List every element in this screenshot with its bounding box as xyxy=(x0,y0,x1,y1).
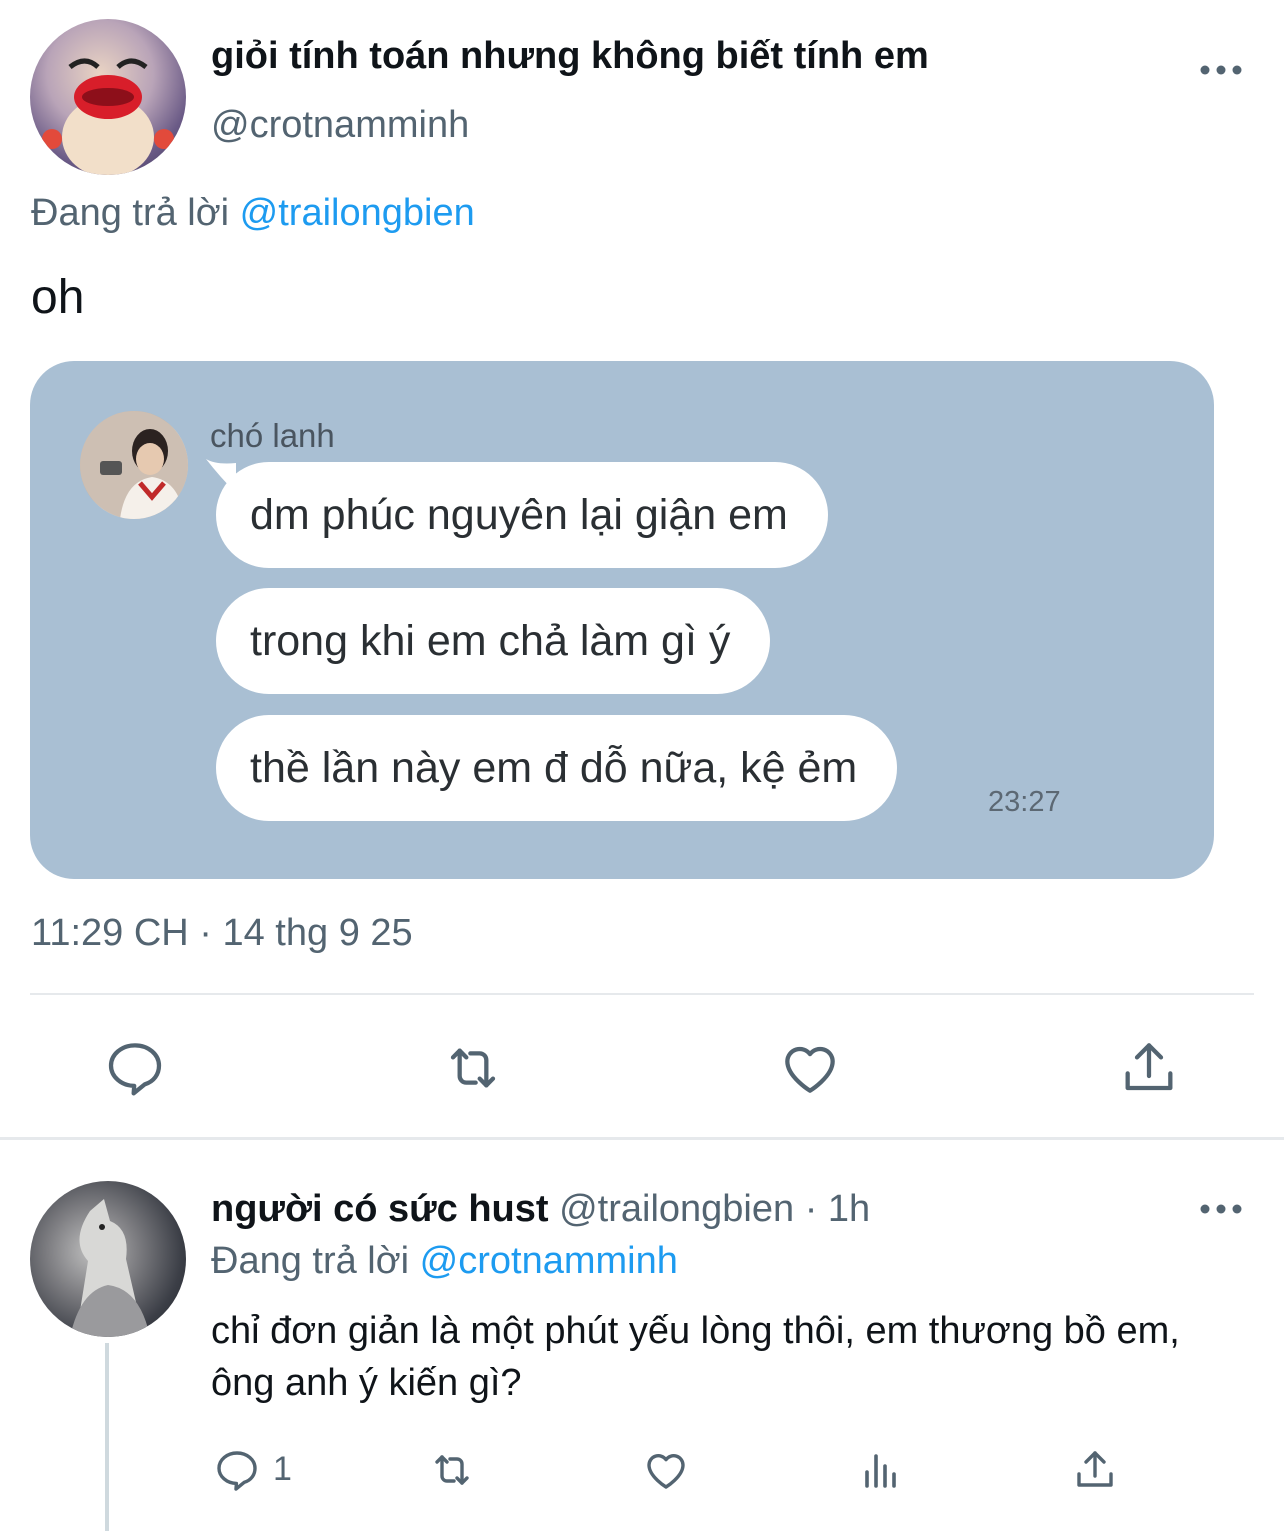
replying-to-mention[interactable]: @crotnamminh xyxy=(420,1240,678,1282)
section-divider xyxy=(0,1137,1284,1140)
share-icon[interactable] xyxy=(1117,1036,1181,1100)
reply-author-avatar[interactable] xyxy=(30,1181,186,1337)
replying-to-mention[interactable]: @trailongbien xyxy=(240,192,475,234)
author-avatar[interactable] xyxy=(30,19,186,175)
retweet-icon[interactable] xyxy=(428,1446,476,1494)
author-display-name[interactable]: giỏi tính toán nhưng không biết tính em xyxy=(211,34,929,78)
replying-to-line: Đang trả lời @trailongbien xyxy=(31,190,475,236)
author-handle[interactable]: @crotnamminh xyxy=(211,102,469,148)
chat-avatar xyxy=(80,411,188,519)
tweet-text: oh xyxy=(31,271,85,324)
thread-line xyxy=(105,1343,109,1531)
chat-bubble: dm phúc nguyên lại giận em xyxy=(216,462,828,568)
chat-sender-name: chó lanh xyxy=(210,417,335,454)
divider xyxy=(30,993,1254,995)
chat-bubble: thề lần này em đ dỗ nữa, kệ ẻm xyxy=(216,715,898,821)
replying-prefix: Đang trả lời xyxy=(211,1240,410,1282)
reply-header: người có sức hust @trailongbien · 1h xyxy=(211,1186,870,1232)
analytics-icon[interactable] xyxy=(857,1446,905,1494)
tweet-media-image[interactable]: chó lanh dm phúc nguyên lại giận em tron… xyxy=(30,361,1214,879)
reply-author-name[interactable]: người có sức hust xyxy=(211,1188,549,1230)
like-icon[interactable] xyxy=(778,1036,842,1100)
retweet-icon[interactable] xyxy=(441,1036,505,1100)
more-options-icon[interactable] xyxy=(1199,60,1243,80)
reply-author-meta[interactable]: @trailongbien · 1h xyxy=(559,1188,870,1230)
reply-replying-to-line: Đang trả lời @crotnamminh xyxy=(211,1238,678,1284)
chat-timestamp: 23:27 xyxy=(988,786,1061,818)
reply-icon[interactable] xyxy=(213,1446,261,1494)
replying-prefix: Đang trả lời xyxy=(31,192,230,234)
reply-icon[interactable] xyxy=(103,1036,167,1100)
chat-bubble: trong khi em chả làm gì ý xyxy=(216,588,771,694)
reply-count: 1 xyxy=(273,1450,292,1488)
more-options-icon[interactable] xyxy=(1199,1199,1243,1219)
share-icon[interactable] xyxy=(1071,1446,1119,1494)
tweet-timestamp[interactable]: 11:29 CH · 14 thg 9 25 xyxy=(31,910,413,956)
reply-tweet-text: chỉ đơn giản là một phút yếu lòng thôi, … xyxy=(211,1310,1180,1404)
like-icon[interactable] xyxy=(642,1446,690,1494)
